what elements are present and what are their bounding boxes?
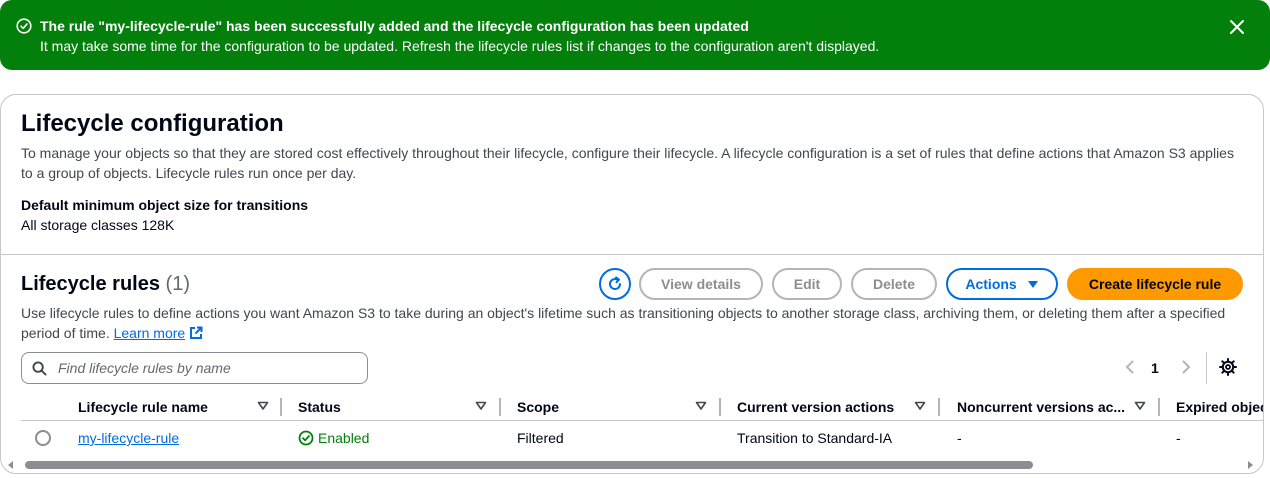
scroll-right-arrow-icon[interactable]: [1246, 461, 1254, 469]
search-input[interactable]: [58, 353, 358, 383]
learn-more-link[interactable]: Learn more: [114, 325, 186, 341]
sort-caret-icon[interactable]: [257, 401, 269, 411]
page-title: Lifecycle configuration: [21, 110, 284, 137]
create-lifecycle-rule-button[interactable]: Create lifecycle rule: [1067, 268, 1243, 300]
current-actions-cell: Transition to Standard-IA: [737, 430, 893, 446]
success-flash-banner: The rule "my-lifecycle-rule" has been su…: [0, 0, 1270, 70]
rules-count: (1): [165, 273, 190, 295]
refresh-button[interactable]: [599, 268, 631, 300]
search-box[interactable]: [21, 352, 368, 384]
column-header-noncurrent-versions-actions[interactable]: Noncurrent versions ac...: [957, 397, 1127, 417]
delete-button[interactable]: Delete: [851, 268, 937, 300]
status-badge: Enabled: [298, 428, 369, 448]
caret-down-icon: [1027, 281, 1038, 288]
success-circle-icon: [16, 18, 32, 34]
chevron-right-icon[interactable]: [1179, 359, 1193, 375]
refresh-icon: [609, 276, 622, 290]
column-header-status[interactable]: Status: [298, 397, 468, 417]
sort-caret-icon[interactable]: [475, 401, 487, 411]
scroll-left-arrow-icon[interactable]: [7, 461, 15, 469]
search-icon: [32, 361, 47, 376]
column-separator[interactable]: [938, 398, 940, 416]
horizontal-scrollbar[interactable]: [1, 457, 1263, 473]
sort-caret-icon[interactable]: [1134, 401, 1146, 411]
sort-caret-icon[interactable]: [914, 401, 926, 411]
edit-button[interactable]: Edit: [772, 268, 842, 300]
pagination-divider: [1206, 352, 1207, 384]
lifecycle-configuration-panel: Lifecycle configuration To manage your o…: [0, 94, 1264, 474]
actions-label: Actions: [965, 276, 1017, 292]
external-link-icon: [190, 326, 203, 339]
status-label: Enabled: [318, 430, 370, 446]
rules-title: Lifecycle rules: [21, 273, 160, 295]
noncurrent-actions-cell: -: [957, 430, 962, 446]
learn-more-label: Learn more: [113, 325, 186, 341]
rules-description: Use lifecycle rules to define actions yo…: [21, 303, 1231, 343]
scrollbar-thumb[interactable]: [25, 461, 1033, 469]
rule-name-link[interactable]: my-lifecycle-rule: [78, 428, 179, 448]
close-icon[interactable]: [1226, 16, 1248, 38]
column-header-scope[interactable]: Scope: [517, 397, 687, 417]
column-separator[interactable]: [280, 398, 282, 416]
current-page-number[interactable]: 1: [1151, 358, 1159, 378]
flash-title: The rule "my-lifecycle-rule" has been su…: [40, 18, 749, 34]
min-size-label: Default minimum object size for transiti…: [21, 197, 309, 213]
success-circle-icon: [298, 430, 314, 446]
row-select-radio[interactable]: [35, 430, 51, 446]
column-separator[interactable]: [499, 398, 501, 416]
gear-icon[interactable]: [1219, 358, 1237, 376]
rules-heading: Lifecycle rules (1): [21, 271, 190, 297]
min-size-value: All storage classes 128K: [21, 217, 175, 233]
config-description: To manage your objects so that they are …: [21, 145, 1234, 181]
flash-message: It may take some time for the configurat…: [40, 38, 880, 54]
view-details-button[interactable]: View details: [639, 268, 763, 300]
table-header-divider: [21, 420, 1263, 421]
actions-dropdown-button[interactable]: Actions: [946, 268, 1058, 300]
column-header-expired-objects[interactable]: Expired objec: [1176, 397, 1263, 417]
column-header-rule-name[interactable]: Lifecycle rule name: [78, 397, 248, 417]
expired-cell: -: [1176, 430, 1181, 446]
sort-caret-icon[interactable]: [695, 401, 707, 411]
section-divider: [1, 254, 1263, 255]
chevron-left-icon[interactable]: [1123, 359, 1137, 375]
column-header-current-version-actions[interactable]: Current version actions: [737, 397, 909, 417]
column-separator[interactable]: [719, 398, 721, 416]
scope-cell: Filtered: [517, 430, 564, 446]
column-separator[interactable]: [1158, 398, 1160, 416]
